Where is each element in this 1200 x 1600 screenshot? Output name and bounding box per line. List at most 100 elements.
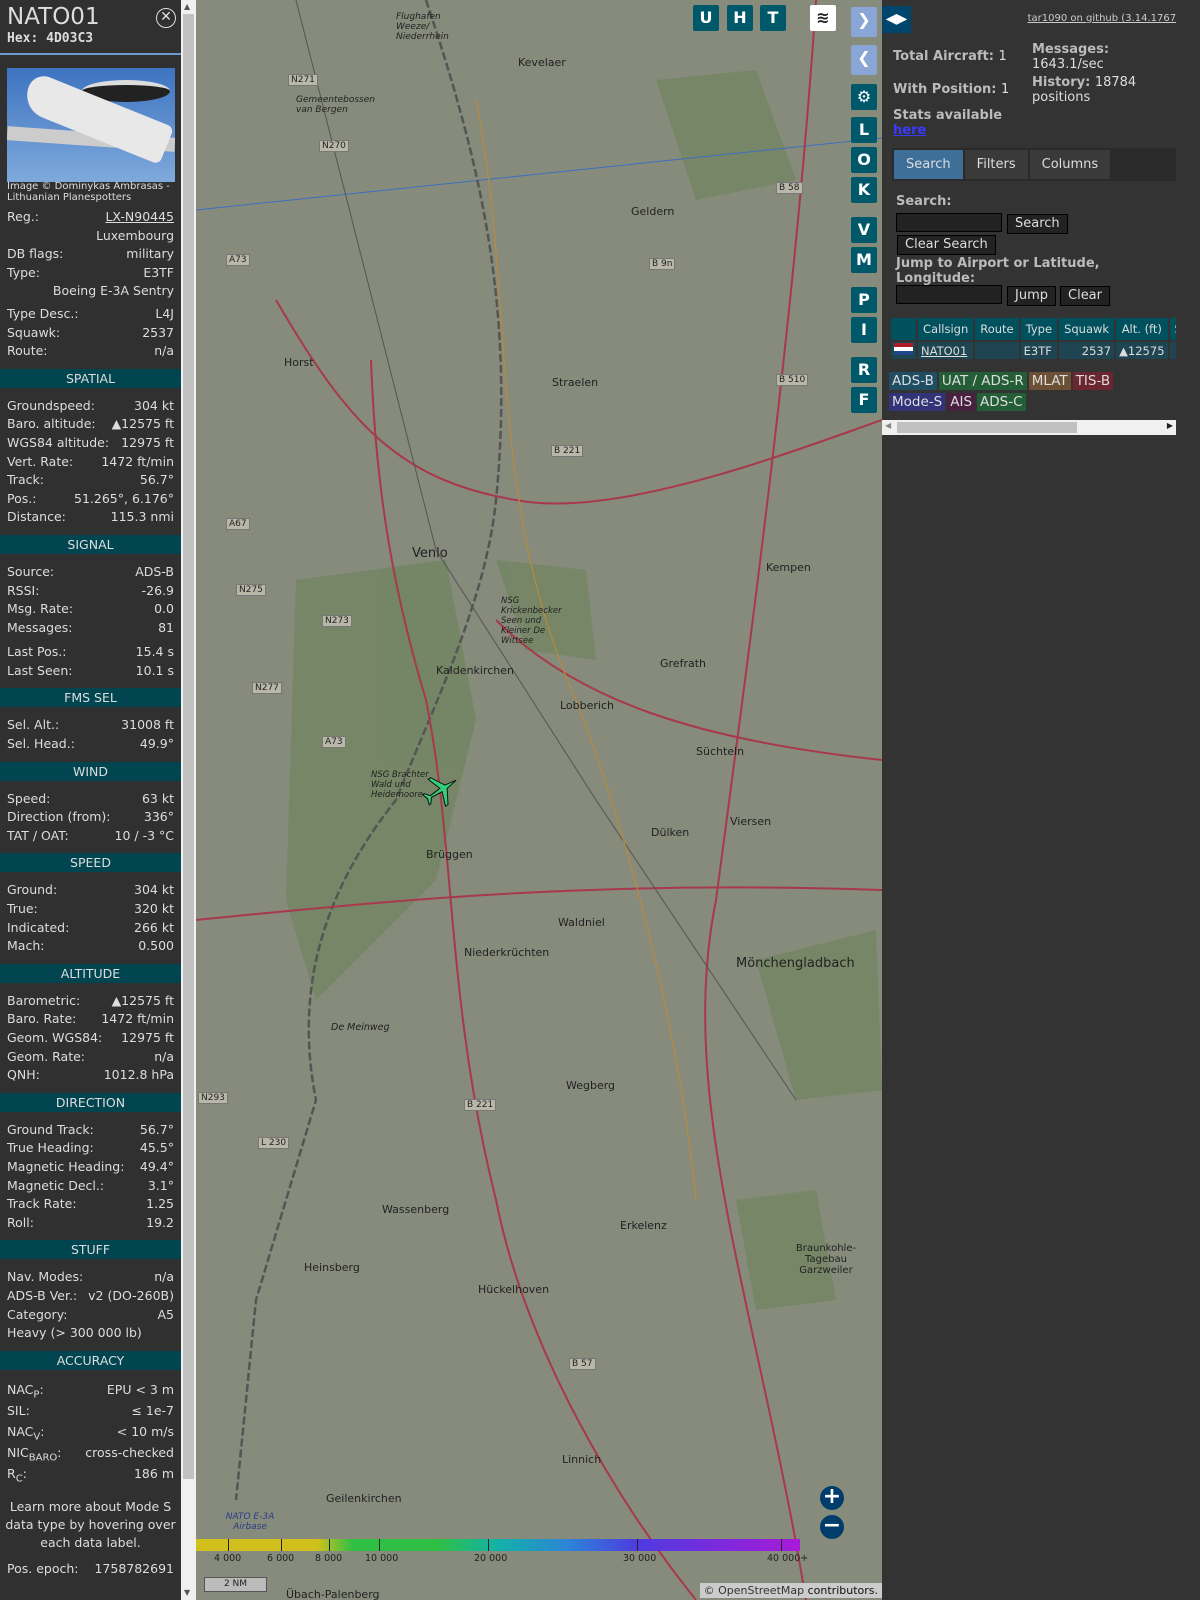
- detail-value: ADS-B: [135, 563, 174, 579]
- jump-input[interactable]: [896, 285, 1002, 304]
- button-P[interactable]: P: [851, 287, 877, 313]
- flag-column-header: [891, 318, 916, 340]
- button-H[interactable]: H: [727, 5, 753, 31]
- detail-label: Indicated:: [7, 919, 70, 935]
- aircraft-photo[interactable]: [7, 68, 175, 182]
- detail-label: Sel. Alt.:: [7, 717, 60, 733]
- aircraft-detail-panel: NATO01 Hex: 4D03C3 ✕ Image © Dominykas A…: [0, 0, 181, 1600]
- label-main: NAC: [7, 1381, 34, 1397]
- learn-more-text: Learn more about Mode S data type by hov…: [5, 1498, 176, 1550]
- column-header[interactable]: Type: [1020, 318, 1058, 340]
- table-row[interactable]: NATO01 E3TF 2537 ▲12575: [891, 342, 1200, 359]
- button-V[interactable]: V: [851, 217, 877, 243]
- detail-value: 31008 ft: [121, 717, 174, 733]
- road-label: A73: [322, 736, 346, 748]
- button-F[interactable]: F: [851, 387, 877, 413]
- cell-route: [975, 342, 1019, 359]
- source-badge: TIS-B: [1072, 372, 1114, 390]
- detail-row: Sel. Head.: 49.9°: [0, 735, 181, 754]
- layers-icon[interactable]: ≋: [810, 5, 836, 31]
- expand-sidebar-icon[interactable]: ◀▶: [882, 6, 911, 33]
- detail-row: Last Seen: 10.1 s: [0, 662, 181, 681]
- detail-label: Sel. Head.:: [7, 736, 75, 752]
- road-label: B 221: [551, 445, 584, 457]
- detail-value: 2537: [142, 324, 174, 340]
- column-header[interactable]: Alt. (ft): [1116, 318, 1168, 340]
- clear-search-button[interactable]: Clear Search: [897, 235, 996, 255]
- detail-row: Roll: 19.2: [0, 1214, 181, 1233]
- detail-row: Pos.: 51.265°, 6.176°: [0, 490, 181, 509]
- detail-value: 3.1°: [147, 1177, 174, 1193]
- tab-search[interactable]: Search: [894, 150, 963, 179]
- button-U[interactable]: U: [693, 5, 719, 31]
- chevron-right-icon[interactable]: ❯: [851, 7, 877, 37]
- total-aircraft-label: Total Aircraft:: [893, 49, 994, 64]
- search-input[interactable]: [896, 213, 1002, 232]
- aircraft-marker-icon[interactable]: [421, 770, 461, 810]
- detail-value: 1.25: [146, 1196, 174, 1212]
- map[interactable]: Kevelaer Flughafen Weeze/ Niederrhein Ge…: [196, 0, 882, 1600]
- netherlands-flag-icon: [894, 343, 913, 355]
- detail-value: 56.7°: [139, 1121, 174, 1137]
- color-scale-tick: [281, 1539, 282, 1551]
- button-M[interactable]: M: [851, 247, 877, 273]
- detail-value: 10 / -3 °C: [114, 827, 174, 843]
- chevron-left-icon[interactable]: ❮: [851, 45, 877, 75]
- tab-columns[interactable]: Columns: [1029, 150, 1111, 179]
- jump-button[interactable]: Jump: [1007, 286, 1056, 306]
- cell-squawk: 2537: [1059, 342, 1115, 359]
- detail-value: 12975 ft: [121, 1030, 174, 1045]
- detail-value[interactable]: LX-N90445: [105, 208, 174, 227]
- detail-value: 266 kt: [134, 919, 174, 935]
- zoom-in-icon[interactable]: +: [820, 1486, 844, 1510]
- stats-link[interactable]: here: [893, 123, 1002, 138]
- detail-label: WGS84 altitude:: [7, 434, 110, 450]
- button-T[interactable]: T: [760, 5, 786, 31]
- tab-filters[interactable]: Filters: [964, 150, 1028, 179]
- close-icon[interactable]: ✕: [156, 8, 176, 28]
- github-link[interactable]: tar1090 on github (3.14.1767): [1028, 13, 1180, 24]
- town-label: Kevelaer: [518, 56, 566, 69]
- color-scale-tick: [488, 1539, 489, 1551]
- button-O[interactable]: O: [851, 147, 877, 173]
- detail-value: 115.3 nmi: [110, 509, 174, 525]
- detail-row: SIL: ≤ 1e-7: [0, 1400, 181, 1421]
- town-label: NSG Krickenbecker Seen und Kleiner De Wi…: [501, 596, 562, 646]
- detail-label: Magnetic Heading:: [7, 1158, 125, 1174]
- detail-label: SIL:: [7, 1400, 30, 1421]
- button-I[interactable]: I: [851, 317, 877, 343]
- table-header: CallsignRouteTypeSquawkAlt. (ft)Spd: [891, 318, 1200, 340]
- label-sub: C: [15, 1473, 23, 1485]
- detail-row: Indicated: 266 kt: [0, 919, 181, 938]
- left-scrollbar[interactable]: ▲ ▼: [181, 0, 196, 1600]
- detail-value: 186 m: [133, 1465, 174, 1481]
- total-aircraft-value: 1: [998, 49, 1007, 64]
- detail-label: Ground Track:: [7, 1121, 94, 1137]
- detail-label: Squawk:: [7, 324, 61, 340]
- button-L[interactable]: L: [851, 117, 877, 143]
- detail-row: NICBARO: cross-checked: [0, 1442, 181, 1464]
- zoom-out-icon[interactable]: −: [820, 1515, 844, 1539]
- column-header[interactable]: Callsign: [918, 318, 974, 340]
- detail-label: Mach:: [7, 938, 45, 954]
- pos-epoch-row: Pos. epoch: 1758782691: [0, 1560, 181, 1579]
- button-R[interactable]: R: [851, 357, 877, 383]
- detail-label: ADS-B Ver.:: [7, 1287, 78, 1303]
- clear-button[interactable]: Clear: [1060, 286, 1110, 306]
- column-header[interactable]: Squawk: [1059, 318, 1115, 340]
- search-button[interactable]: Search: [1007, 214, 1068, 234]
- detail-label: Groundspeed:: [7, 397, 95, 413]
- button-K[interactable]: K: [851, 177, 877, 203]
- cell-type: E3TF: [1020, 342, 1058, 359]
- column-header[interactable]: Route: [975, 318, 1019, 340]
- detail-row: Geom. Rate: n/a: [0, 1048, 181, 1067]
- table-horizontal-scrollbar[interactable]: ◀ ▶: [882, 420, 1176, 435]
- color-scale-label: 20 000: [474, 1553, 508, 1564]
- detail-label: Speed:: [7, 790, 51, 806]
- detail-value: 56.7°: [139, 472, 174, 488]
- label-colon: :: [22, 1465, 27, 1481]
- osm-link[interactable]: OpenStreetMap: [718, 1584, 804, 1597]
- color-scale-label: 8 000: [315, 1553, 343, 1564]
- gear-icon[interactable]: ⚙: [851, 84, 877, 110]
- detail-value: 0.500: [138, 938, 174, 954]
